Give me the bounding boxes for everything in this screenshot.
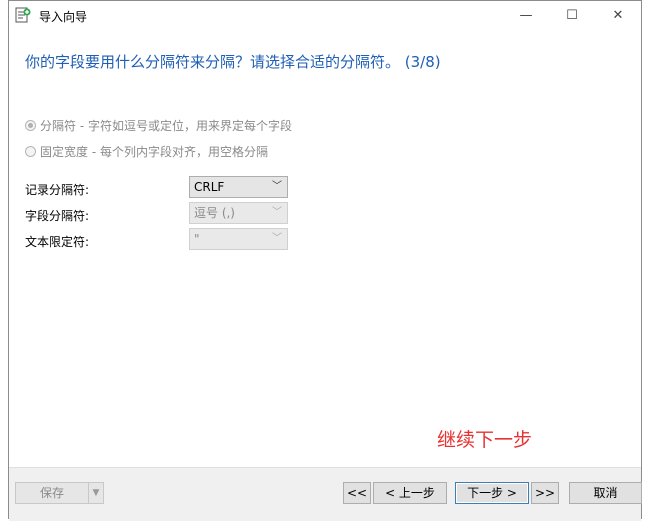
last-step-button[interactable]: >> [531, 482, 559, 504]
record-delimiter-label: 记录分隔符: [25, 183, 90, 197]
title-bar: 导入向导 — ☐ ✕ [9, 1, 641, 31]
text-qualifier-select[interactable]: " ﹀ [189, 228, 288, 250]
chevron-down-icon: ﹀ [272, 207, 282, 218]
radio-fixed-width[interactable] [25, 146, 36, 157]
window-title: 导入向导 [39, 10, 88, 24]
record-delimiter-value: CRLF [194, 180, 225, 194]
record-delimiter-select[interactable]: CRLF ﹀ [189, 176, 288, 198]
background-app-right [642, 0, 656, 519]
previous-button[interactable]: < 上一步 [373, 482, 447, 504]
step-heading: 你的字段要用什么分隔符来分隔？请选择合适的分隔符。 (3/8) [25, 53, 441, 71]
minimize-button[interactable]: — [503, 1, 549, 31]
next-button[interactable]: 下一步 > [455, 482, 529, 504]
save-button[interactable]: 保存 [15, 482, 89, 504]
close-button[interactable]: ✕ [595, 1, 641, 31]
continue-annotation: 继续下一步 [437, 429, 533, 451]
text-qualifier-label: 文本限定符: [25, 235, 90, 249]
cancel-button[interactable]: 取消 [569, 482, 642, 504]
first-step-button[interactable]: << [343, 482, 371, 504]
chevron-down-icon: ﹀ [272, 233, 282, 244]
chevron-down-icon: ﹀ [272, 181, 282, 192]
field-delimiter-value: 逗号 (,) [194, 206, 235, 220]
text-qualifier-value: " [194, 232, 200, 246]
fixed-width-option-label: 固定宽度 - 每个列内字段对齐，用空格分隔 [40, 145, 268, 159]
import-wizard-window: 导入向导 — ☐ ✕ 你的字段要用什么分隔符来分隔？请选择合适的分隔符。 (3/… [8, 0, 642, 521]
field-delimiter-label: 字段分隔符: [25, 209, 90, 223]
field-delimiter-select[interactable]: 逗号 (,) ﹀ [189, 202, 288, 224]
wizard-footer: 保存 ▼ << < 上一步 下一步 > >> 取消 [9, 467, 642, 521]
radio-delimited[interactable] [25, 120, 36, 131]
maximize-button[interactable]: ☐ [549, 1, 595, 31]
delimited-option[interactable]: 分隔符 - 字符如逗号或定位，用来界定每个字段 [25, 117, 292, 134]
delimited-option-label: 分隔符 - 字符如逗号或定位，用来界定每个字段 [40, 119, 292, 133]
save-dropdown-arrow[interactable]: ▼ [88, 482, 104, 504]
import-wizard-icon [15, 7, 31, 23]
fixed-width-option[interactable]: 固定宽度 - 每个列内字段对齐，用空格分隔 [25, 143, 268, 160]
